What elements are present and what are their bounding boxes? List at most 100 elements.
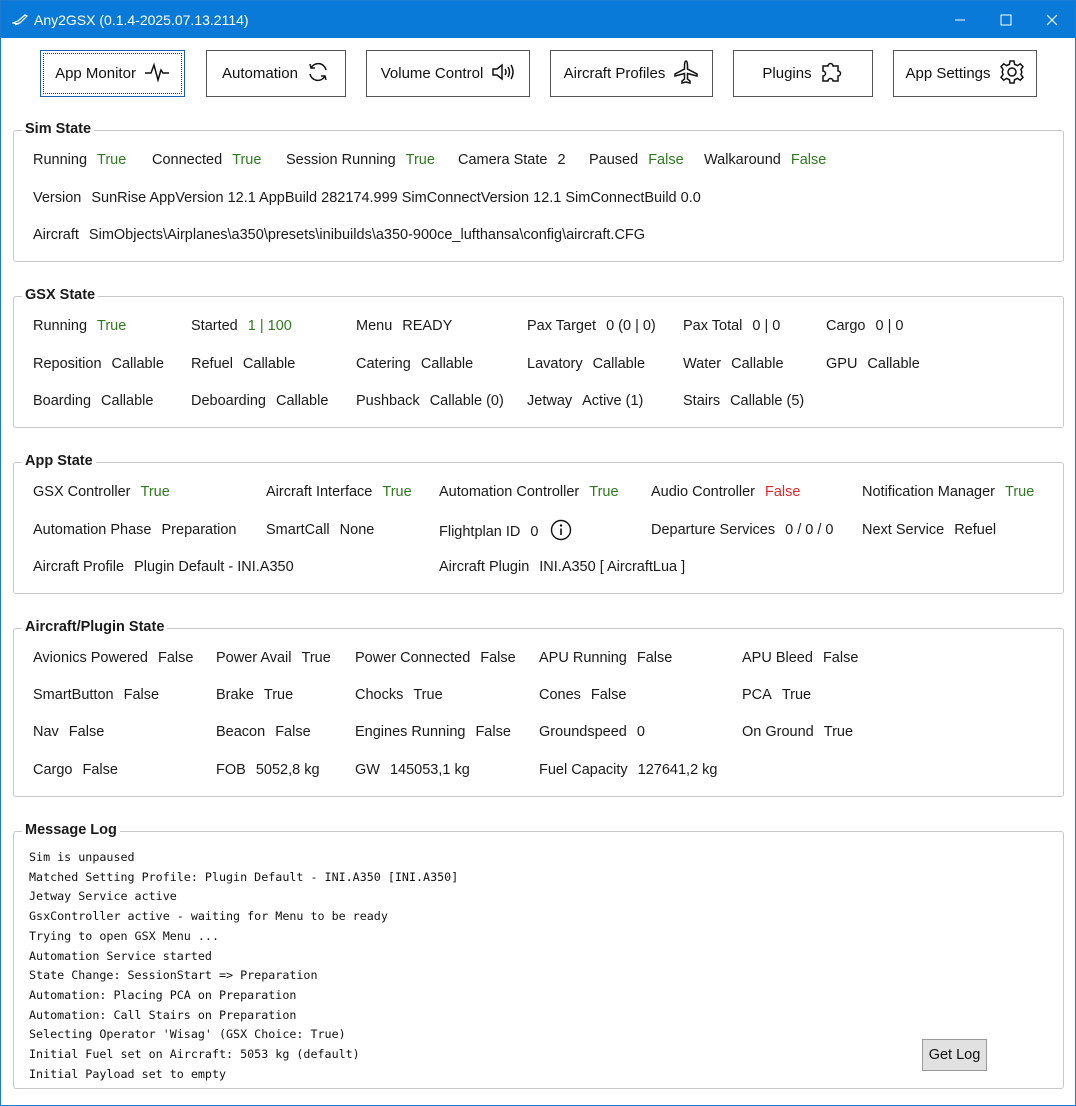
- sim-version: Version SunRise AppVersion 12.1 AppBuild …: [33, 190, 701, 206]
- gear-icon: [999, 59, 1025, 89]
- app-flightplan-id: Flightplan ID 0: [439, 519, 572, 545]
- app-automation-controller: Automation Controller True: [439, 484, 619, 500]
- gsx-started: Started 1 | 100: [191, 318, 292, 334]
- log-line: Automation: Placing PCA on Preparation: [29, 987, 297, 1002]
- gsx-lavatory: Lavatory Callable: [527, 356, 646, 372]
- close-button[interactable]: [1029, 1, 1075, 38]
- plugins-label: Plugins: [762, 65, 812, 82]
- plugin-state-group: Aircraft/Plugin State Avionics Powered Fa…: [13, 619, 1064, 797]
- aircraft-profiles-button[interactable]: Aircraft Profiles: [550, 50, 713, 97]
- log-line: Trying to open GSX Menu ...: [29, 928, 219, 943]
- gsx-stairs: Stairs Callable (5): [683, 393, 805, 409]
- window-title: Any2GSX (0.1.4-2025.07.13.2114): [34, 11, 249, 28]
- message-log-title: Message Log: [22, 822, 120, 838]
- app-aircraft-plugin: Aircraft Plugin INI.A350 [ AircraftLua ]: [439, 559, 686, 575]
- log-line: State Change: SessionStart => Preparatio…: [29, 968, 318, 983]
- plugin-brake: Brake True: [216, 687, 294, 703]
- gsx-menu: Menu READY: [356, 318, 453, 334]
- app-aircraft-profile: Aircraft Profile Plugin Default - INI.A35…: [33, 559, 294, 575]
- sim-aircraft: Aircraft SimObjects\Airplanes\a350\preset…: [33, 227, 646, 243]
- sim-state-group: Sim State Running True Connected True Sess…: [13, 121, 1064, 262]
- gsx-refuel: Refuel Callable: [191, 356, 296, 372]
- app-next-service: Next Service Refuel: [862, 522, 997, 538]
- log-line: Initial Payload set to empty: [29, 1066, 227, 1081]
- plugin-apu-bleed: APU Bleed False: [742, 650, 859, 666]
- gsx-pax-total: Pax Total 0 | 0: [683, 318, 781, 334]
- gsx-catering: Catering Callable: [356, 356, 474, 372]
- message-log-list[interactable]: Sim is unpaused Matched Setting Profile:…: [29, 848, 458, 1084]
- plugin-fuel-capacity: Fuel Capacity 127641,2 kg: [539, 762, 718, 778]
- aircraft-profiles-label: Aircraft Profiles: [563, 65, 666, 82]
- automation-button[interactable]: Automation: [206, 50, 346, 97]
- gsx-reposition: Reposition Callable: [33, 356, 164, 372]
- gsx-cargo: Cargo 0 | 0: [826, 318, 904, 334]
- plugin-smartbutton: SmartButton False: [33, 687, 160, 703]
- log-line: Matched Setting Profile: Plugin Default …: [29, 869, 459, 884]
- app-gsx-controller: GSX Controller True: [33, 484, 170, 500]
- plugin-avionics-powered: Avionics Powered False: [33, 650, 194, 666]
- gsx-state-title: GSX State: [22, 287, 99, 303]
- log-line: GsxController active - waiting for Menu …: [29, 909, 388, 924]
- app-automation-phase: Automation Phase Preparation: [33, 522, 237, 538]
- plugin-engines-running: Engines Running False: [355, 724, 511, 740]
- main-toolbar: App Monitor Automation Volume Control Ai…: [1, 39, 1075, 111]
- refresh-icon: [306, 61, 330, 87]
- plugin-apu-running: APU Running False: [539, 650, 673, 666]
- plugin-on-ground: On Ground True: [742, 724, 854, 740]
- sim-paused: Paused False: [589, 152, 684, 168]
- get-log-button[interactable]: Get Log: [922, 1039, 987, 1071]
- sim-walkaround: Walkaround False: [704, 152, 827, 168]
- app-notification-manager: Notification Manager True: [862, 484, 1035, 500]
- gsx-water: Water Callable: [683, 356, 784, 372]
- message-log-group: Message Log Sim is unpaused Matched Sett…: [13, 822, 1064, 1089]
- plugin-power-connected: Power Connected False: [355, 650, 516, 666]
- app-settings-button[interactable]: App Settings: [893, 50, 1037, 97]
- app-logo-icon: [10, 12, 29, 28]
- plugins-button[interactable]: Plugins: [733, 50, 873, 97]
- minimize-button[interactable]: [937, 1, 983, 38]
- app-monitor-label: App Monitor: [55, 65, 136, 82]
- plugin-pca: PCA True: [742, 687, 812, 703]
- gsx-pax-target: Pax Target 0 (0 | 0): [527, 318, 656, 334]
- automation-label: Automation: [222, 65, 298, 82]
- sim-session-running: Session Running True: [286, 152, 435, 168]
- info-icon[interactable]: [550, 519, 572, 545]
- app-window: Any2GSX (0.1.4-2025.07.13.2114) App Moni…: [0, 0, 1076, 1106]
- volume-control-button[interactable]: Volume Control: [366, 50, 530, 97]
- gsx-pushback: Pushback Callable (0): [356, 393, 504, 409]
- plugin-chocks: Chocks True: [355, 687, 443, 703]
- plugin-fob: FOB 5052,8 kg: [216, 762, 320, 778]
- plugin-cargo: Cargo False: [33, 762, 118, 778]
- plugin-beacon: Beacon False: [216, 724, 311, 740]
- plugin-state-title: Aircraft/Plugin State: [22, 619, 168, 635]
- log-line: Selecting Operator 'Wisag' (GSX Choice: …: [29, 1027, 346, 1042]
- pulse-icon: [144, 61, 170, 87]
- title-bar[interactable]: Any2GSX (0.1.4-2025.07.13.2114): [1, 1, 1075, 38]
- gsx-deboarding: Deboarding Callable: [191, 393, 329, 409]
- sim-running: Running True: [33, 152, 127, 168]
- sim-state-title: Sim State: [22, 121, 95, 137]
- app-smartcall: SmartCall None: [266, 522, 375, 538]
- plugin-nav: Nav False: [33, 724, 105, 740]
- app-departure-services: Departure Services 0 / 0 / 0: [651, 522, 834, 538]
- plugin-gw: GW 145053,1 kg: [355, 762, 470, 778]
- airplane-icon: [673, 59, 699, 88]
- plugin-power-avail: Power Avail True: [216, 650, 331, 666]
- app-aircraft-interface: Aircraft Interface True: [266, 484, 412, 500]
- log-line: Sim is unpaused: [29, 850, 135, 864]
- app-monitor-button[interactable]: App Monitor: [40, 50, 185, 97]
- puzzle-icon: [820, 61, 844, 87]
- gsx-boarding: Boarding Callable: [33, 393, 154, 409]
- sim-connected: Connected True: [152, 152, 262, 168]
- gsx-jetway: Jetway Active (1): [527, 393, 644, 409]
- gsx-running: Running True: [33, 318, 127, 334]
- log-line: Initial Fuel set on Aircraft: 5053 kg (d…: [29, 1047, 360, 1062]
- sim-camera-state: Camera State 2: [458, 152, 566, 168]
- maximize-button[interactable]: [983, 1, 1029, 38]
- plugin-cones: Cones False: [539, 687, 627, 703]
- log-line: Jetway Service active: [29, 889, 177, 904]
- app-state-title: App State: [22, 453, 96, 469]
- gsx-gpu: GPU Callable: [826, 356, 920, 372]
- volume-control-label: Volume Control: [380, 65, 484, 82]
- app-settings-label: App Settings: [905, 65, 991, 82]
